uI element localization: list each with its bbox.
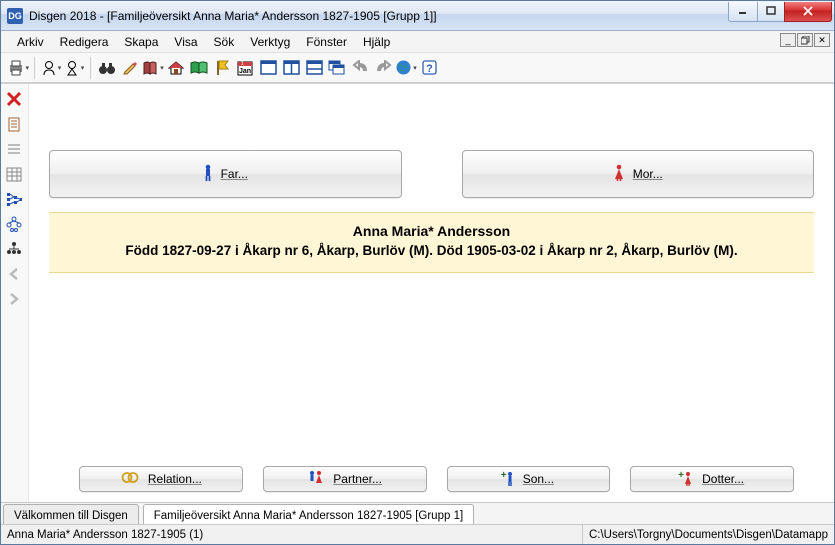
document-tabs: Välkommen till Disgen Familjeöversikt An… xyxy=(1,502,834,524)
separator xyxy=(34,57,35,79)
tab-family-overview[interactable]: Familjeöversikt Anna Maria* Andersson 18… xyxy=(143,504,474,524)
close-button[interactable] xyxy=(784,2,832,22)
calendar-icon[interactable]: Jan1 xyxy=(234,57,256,79)
menu-fonster[interactable]: Fönster xyxy=(298,33,355,51)
table-icon[interactable] xyxy=(3,163,25,185)
flag-icon[interactable] xyxy=(211,57,233,79)
female-icon xyxy=(613,164,625,185)
person-name: Anna Maria* Andersson xyxy=(65,223,798,239)
main-toolbar: ▾ ▾ ▾ ▾ Jan1 ▾ ? xyxy=(1,53,834,83)
menu-skapa[interactable]: Skapa xyxy=(116,33,166,51)
book-icon[interactable]: ▾ xyxy=(142,57,164,79)
window-title: Disgen 2018 - [Familjeöversikt Anna Mari… xyxy=(29,9,729,23)
edit-icon[interactable] xyxy=(119,57,141,79)
forward-icon[interactable] xyxy=(3,288,25,310)
undo-icon[interactable] xyxy=(349,57,371,79)
svg-text:?: ? xyxy=(426,63,433,75)
son-label: Son... xyxy=(523,472,554,486)
print-icon[interactable]: ▾ xyxy=(7,57,29,79)
menu-verktyg[interactable]: Verktyg xyxy=(242,33,298,51)
app-window: DG Disgen 2018 - [Familjeöversikt Anna M… xyxy=(0,0,835,545)
male-icon xyxy=(203,164,213,185)
cascade-icon[interactable] xyxy=(326,57,348,79)
add-daughter-icon: + xyxy=(680,471,694,487)
person-female-icon[interactable]: ▾ xyxy=(63,57,85,79)
svg-text:1: 1 xyxy=(241,61,244,67)
tree-icon[interactable] xyxy=(3,213,25,235)
delete-icon[interactable] xyxy=(3,88,25,110)
menu-arkiv[interactable]: Arkiv xyxy=(9,33,52,51)
titlebar[interactable]: DG Disgen 2018 - [Familjeöversikt Anna M… xyxy=(1,1,834,31)
note-icon[interactable] xyxy=(3,113,25,135)
person-info: Född 1827-09-27 i Åkarp nr 6, Åkarp, Bur… xyxy=(65,243,798,258)
menu-redigera[interactable]: Redigera xyxy=(52,33,117,51)
home-icon[interactable] xyxy=(165,57,187,79)
add-son-icon: + xyxy=(503,471,515,487)
menu-visa[interactable]: Visa xyxy=(166,33,205,51)
status-person: Anna Maria* Andersson 1827-1905 (1) xyxy=(1,525,583,544)
svg-text:Jan: Jan xyxy=(238,68,250,75)
status-path: C:\Users\Torgny\Documents\Disgen\Datamap… xyxy=(583,525,834,544)
help-icon[interactable]: ? xyxy=(418,57,440,79)
open-book-icon[interactable] xyxy=(188,57,210,79)
redo-icon[interactable] xyxy=(372,57,394,79)
menubar: Arkiv Redigera Skapa Visa Sök Verktyg Fö… xyxy=(1,31,834,53)
window-controls xyxy=(729,2,832,22)
minimize-button[interactable] xyxy=(728,2,758,22)
ancestors-icon[interactable] xyxy=(3,188,25,210)
mdi-minimize-button[interactable]: _ xyxy=(780,33,796,47)
globe-icon[interactable]: ▾ xyxy=(395,57,417,79)
action-buttons-row: Relation... Partner... + Son... + Dotter… xyxy=(49,466,824,492)
mdi-close-button[interactable]: ✕ xyxy=(814,33,830,47)
mother-label: Mor... xyxy=(633,167,663,181)
client-area: Far... Mor... Anna Maria* Andersson Född… xyxy=(1,83,834,502)
father-label: Far... xyxy=(221,167,248,181)
dotter-label: Dotter... xyxy=(702,472,744,486)
window-split-h-icon[interactable] xyxy=(303,57,325,79)
partner-label: Partner... xyxy=(333,472,382,486)
binoculars-icon[interactable] xyxy=(96,57,118,79)
center-person-panel[interactable]: Anna Maria* Andersson Född 1827-09-27 i … xyxy=(49,212,814,273)
relation-label: Relation... xyxy=(148,472,202,486)
descendants-icon[interactable] xyxy=(3,238,25,260)
side-toolbar xyxy=(1,84,29,502)
parents-row: Far... Mor... xyxy=(49,150,824,198)
window-single-icon[interactable] xyxy=(257,57,279,79)
father-button[interactable]: Far... xyxy=(49,150,402,198)
menu-hjalp[interactable]: Hjälp xyxy=(355,33,398,51)
statusbar: Anna Maria* Andersson 1827-1905 (1) C:\U… xyxy=(1,524,834,544)
relation-button[interactable]: Relation... xyxy=(79,466,243,492)
mdi-restore-button[interactable] xyxy=(797,33,813,47)
person-male-icon[interactable]: ▾ xyxy=(40,57,62,79)
window-split-v-icon[interactable] xyxy=(280,57,302,79)
maximize-button[interactable] xyxy=(757,2,785,22)
menu-sok[interactable]: Sök xyxy=(206,33,243,51)
rings-icon xyxy=(120,471,140,487)
tab-welcome[interactable]: Välkommen till Disgen xyxy=(3,504,139,524)
partner-button[interactable]: Partner... xyxy=(263,466,427,492)
son-button[interactable]: + Son... xyxy=(447,466,611,492)
dotter-button[interactable]: + Dotter... xyxy=(630,466,794,492)
mother-button[interactable]: Mor... xyxy=(462,150,815,198)
couple-icon xyxy=(307,470,325,489)
back-icon[interactable] xyxy=(3,263,25,285)
list-icon[interactable] xyxy=(3,138,25,160)
separator xyxy=(90,57,91,79)
family-overview: Far... Mor... Anna Maria* Andersson Född… xyxy=(29,84,834,502)
app-icon: DG xyxy=(7,8,23,24)
mdi-controls: _ ✕ xyxy=(779,33,830,47)
